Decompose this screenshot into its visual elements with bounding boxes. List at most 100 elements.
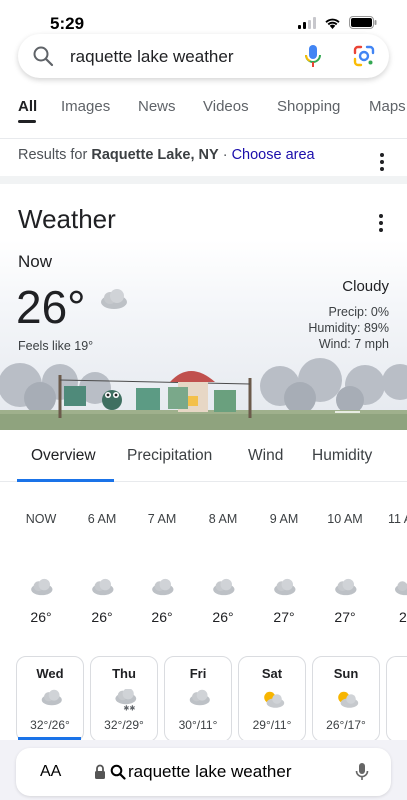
browser-bottom-bar: AA raquette lake weather — [0, 740, 407, 800]
tab-overview[interactable]: Overview — [31, 447, 96, 465]
tab-images[interactable]: Images — [61, 98, 110, 115]
day-card-sat[interactable]: Sat 29°/11° — [238, 656, 306, 742]
cloud-icon — [101, 289, 127, 309]
section-divider — [0, 176, 407, 184]
hour-item: 8 AM — [198, 512, 248, 526]
choose-area-link[interactable]: Choose area — [232, 147, 315, 163]
tab-maps[interactable]: Maps — [369, 98, 406, 115]
cloud-icon — [41, 689, 62, 706]
results-separator: · — [222, 147, 228, 163]
reader-settings-button[interactable]: AA — [40, 763, 61, 781]
signal-icon — [298, 16, 316, 29]
hour-temp: 27° — [273, 609, 295, 625]
address-text[interactable]: raquette lake weather — [128, 762, 292, 782]
current-condition: Cloudy — [342, 278, 389, 295]
hour-time: 9 AM — [269, 512, 299, 526]
search-box[interactable]: raquette lake weather — [18, 34, 389, 78]
weather-more-options-icon[interactable] — [379, 214, 383, 235]
hour-time: 6 AM — [87, 512, 117, 526]
day-name: Fri — [189, 666, 207, 681]
microphone-icon[interactable] — [355, 762, 369, 782]
day-name: Sat — [261, 666, 283, 681]
cloud-icon — [395, 581, 407, 596]
hour-temp-item: 26° — [137, 609, 187, 625]
google-lens-icon[interactable] — [352, 44, 376, 68]
hour-temp-item: 26° — [198, 609, 248, 625]
search-icon — [110, 764, 126, 780]
current-temperature: 26° — [16, 281, 86, 333]
results-prefix: Results for — [18, 147, 88, 163]
day-range: 29°/11° — [252, 718, 292, 732]
results-place: Raquette Lake, NY — [91, 147, 219, 163]
hour-time: 7 AM — [147, 512, 177, 526]
wifi-icon — [325, 18, 340, 29]
now-label: Now — [18, 252, 53, 271]
cloud-icon — [152, 578, 174, 596]
day-name: Wed — [36, 666, 64, 681]
weather-title: Weather — [18, 204, 116, 234]
day-range: 30°/11° — [178, 718, 218, 732]
snow-cloud-icon: ✱✱ — [115, 689, 137, 713]
cloud-icon — [274, 578, 296, 596]
cloud-icon — [189, 689, 210, 706]
search-query[interactable]: raquette lake weather — [70, 47, 234, 67]
day-card-fri[interactable]: Fri 30°/11° — [164, 656, 232, 742]
hour-temp-item: 27° — [320, 609, 370, 625]
day-card-partial[interactable] — [386, 656, 407, 742]
hour-temp-item: 27° — [259, 609, 309, 625]
more-options-icon[interactable] — [380, 153, 384, 174]
lock-icon — [95, 764, 105, 779]
weather-tab-indicator — [17, 479, 114, 482]
tab-news[interactable]: News — [138, 98, 176, 115]
hour-time: 8 AM — [208, 512, 238, 526]
cloud-icon — [31, 578, 53, 596]
day-range: 32°/29° — [104, 718, 144, 732]
cloud-icon — [92, 578, 114, 596]
hour-item: 9 AM — [259, 512, 309, 526]
search-icon — [33, 46, 54, 67]
hour-temp-item: 26° — [16, 609, 66, 625]
humidity-stat: Humidity: 89% — [308, 321, 389, 335]
hour-item: 10 AM — [320, 512, 370, 526]
results-location-text: Results for Raquette Lake, NY · Choose a… — [18, 147, 315, 163]
address-bar[interactable]: AA raquette lake weather — [16, 748, 391, 796]
tab-videos[interactable]: Videos — [203, 98, 249, 115]
precip-stat: Precip: 0% — [328, 305, 389, 319]
weather-tabs: Overview Precipitation Wind Humidity — [0, 432, 407, 482]
hour-time: 11 A — [388, 512, 407, 526]
day-card-wed[interactable]: Wed 32°/26° — [16, 656, 84, 742]
partly-sunny-icon — [264, 691, 285, 708]
hour-temp: 26° — [30, 609, 52, 625]
hour-item: 11 A — [374, 512, 407, 526]
results-location-bar: Results for Raquette Lake, NY · Choose a… — [0, 138, 407, 178]
svg-text:✱✱: ✱✱ — [123, 704, 135, 713]
hour-time: 10 AM — [327, 512, 363, 526]
hour-temp-item: 26° — [77, 609, 127, 625]
hour-temp: 26° — [212, 609, 234, 625]
day-card-sun[interactable]: Sun 26°/17° — [312, 656, 380, 742]
day-card-thu[interactable]: Thu ✱✱ 32°/29° — [90, 656, 158, 742]
battery-icon — [349, 16, 377, 29]
cloud-icon — [335, 578, 357, 596]
tab-precipitation[interactable]: Precipitation — [127, 447, 212, 465]
hour-temp-item: 2 — [374, 609, 407, 625]
microphone-icon[interactable] — [303, 44, 323, 68]
hour-temp: 27° — [334, 609, 356, 625]
day-name: Sun — [333, 666, 359, 681]
search-tabs: All Images News Videos Shopping Maps — [0, 88, 407, 126]
weather-hero: Now 26° Feels like 19° Cloudy Precip: 0%… — [0, 240, 407, 430]
hour-temp: 26° — [151, 609, 173, 625]
hour-item: 6 AM — [77, 512, 127, 526]
tab-wind[interactable]: Wind — [248, 447, 283, 465]
hour-time: NOW — [25, 512, 57, 526]
status-icons — [298, 16, 377, 29]
weather-illustration — [0, 358, 407, 430]
hour-item: NOW — [16, 512, 66, 526]
hour-temp: 2 — [399, 609, 407, 625]
day-range: 32°/26° — [30, 718, 70, 732]
tab-all[interactable]: All — [18, 98, 37, 115]
tab-humidity[interactable]: Humidity — [312, 447, 372, 465]
tab-shopping[interactable]: Shopping — [277, 98, 340, 115]
partly-sunny-icon — [338, 691, 359, 708]
day-name: Thu — [112, 666, 136, 681]
